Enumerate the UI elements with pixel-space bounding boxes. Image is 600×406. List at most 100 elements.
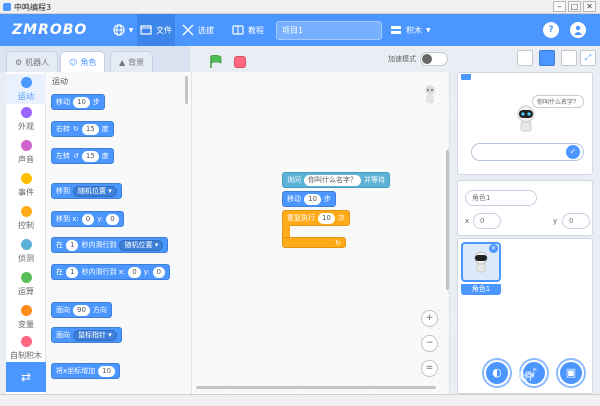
y-label: y xyxy=(553,217,558,225)
close-button[interactable]: ✕ xyxy=(583,1,596,12)
category-sound[interactable]: 声音 xyxy=(6,140,46,170)
tutorial-menu[interactable]: 教程 xyxy=(232,14,272,46)
block-dropdown[interactable]: 鼠标指针 ▾ xyxy=(73,329,117,341)
category-motion[interactable]: 运动 xyxy=(6,74,46,104)
fullscreen-button[interactable]: ⤢ xyxy=(580,50,596,66)
tab-background[interactable]: ▲ 背景 xyxy=(110,51,154,72)
block-number-input[interactable]: 15 xyxy=(81,123,99,135)
block-text-input[interactable]: 你叫什么名字？ xyxy=(304,174,361,186)
block-number-input[interactable]: 1 xyxy=(66,266,79,278)
backdrop-icon: ▣ xyxy=(565,366,577,379)
choose-sprite-button[interactable]: ◐ xyxy=(484,360,510,386)
block-number-input[interactable]: 0 xyxy=(81,213,95,225)
language-menu[interactable]: ▼ xyxy=(110,14,136,46)
window-title: 中鸣编程3 xyxy=(14,3,52,12)
category-looks[interactable]: 外观 xyxy=(6,107,46,137)
stop-button[interactable] xyxy=(234,56,246,68)
user-button[interactable] xyxy=(570,22,586,38)
tab-sprite[interactable]: ☺ 角色 xyxy=(60,51,106,72)
file-icon xyxy=(140,25,152,35)
block-number-input[interactable]: 0 xyxy=(106,213,119,225)
block-number-input[interactable]: 10 xyxy=(98,365,116,377)
block-number-input[interactable]: 0 xyxy=(128,266,141,278)
block-turn-right[interactable]: 右转 ↻ 15 度 xyxy=(51,121,114,137)
script-ask-block[interactable]: 询问 你叫什么名字？ 并等待 xyxy=(282,172,390,188)
blocks-icon xyxy=(391,26,401,34)
normal-stage-button[interactable] xyxy=(539,50,555,66)
sprite-name-field[interactable]: 角色1 xyxy=(465,190,537,206)
sprite-y-field[interactable]: 0 xyxy=(562,213,590,229)
block-glide[interactable]: 在 1 秒内滑行到 随机位置 ▾ xyxy=(51,237,169,253)
zoom-in-button[interactable]: + xyxy=(421,310,438,327)
block-text: 秒内滑行到 xyxy=(81,241,117,249)
block-point-towards[interactable]: 面向 鼠标指针 ▾ xyxy=(51,327,122,343)
delete-sprite-button[interactable]: ✕ xyxy=(489,244,498,253)
block-move[interactable]: 移动 10 步 xyxy=(51,94,105,110)
robot-sprite[interactable] xyxy=(514,104,538,134)
category-my-blocks[interactable]: 自制积木 xyxy=(6,336,46,362)
tab-robot[interactable]: ⚙ 机器人 xyxy=(6,51,59,72)
tab-robot-label: 机器人 xyxy=(25,57,50,67)
block-text: y: xyxy=(143,268,150,276)
block-goto-xy[interactable]: 移到 x: 0 y: 0 xyxy=(51,211,124,227)
block-number-input[interactable]: 15 xyxy=(81,150,99,162)
block-goto[interactable]: 移到 随机位置 ▾ xyxy=(51,183,122,199)
globe-icon xyxy=(113,24,125,36)
select-menu-label: 选拔 xyxy=(198,25,214,35)
large-stage-button[interactable] xyxy=(561,50,577,66)
choose-backdrop-button[interactable]: ▣ xyxy=(558,360,584,386)
chevron-down-icon: ▼ xyxy=(426,26,431,34)
category-operators[interactable]: 运算 xyxy=(6,272,46,302)
category-label: 变量 xyxy=(18,320,34,329)
zoom-out-button[interactable]: − xyxy=(421,335,438,352)
category-label: 控制 xyxy=(18,221,34,230)
block-number-input[interactable]: 10 xyxy=(318,212,335,224)
script-move-block[interactable]: 移动 10 步 xyxy=(282,191,336,207)
robot-icon: ⚙ xyxy=(15,57,23,67)
block-number-input[interactable]: 10 xyxy=(73,96,90,108)
x-label: x xyxy=(465,217,470,225)
category-label: 运算 xyxy=(18,287,34,296)
palette-scrollbar[interactable] xyxy=(185,76,188,104)
block-text: 移到 xyxy=(56,187,70,195)
sprite-x-field[interactable]: 0 xyxy=(473,213,501,229)
block-text: 秒内滑行到 x: xyxy=(81,268,126,276)
category-variables[interactable]: 变量 xyxy=(6,305,46,335)
block-turn-left[interactable]: 左转 ↺ 15 度 xyxy=(51,148,114,164)
category-sensing[interactable]: 侦测 xyxy=(6,239,46,269)
project-name-input[interactable]: 项目1 xyxy=(276,21,382,40)
category-control[interactable]: 控制 xyxy=(6,206,46,236)
block-text: y: xyxy=(97,215,104,223)
block-text: 移动 xyxy=(56,98,70,106)
watermark: 软件 xyxy=(514,372,534,383)
block-change-x[interactable]: 将x坐标增加 10 xyxy=(51,363,121,379)
file-menu[interactable]: 文件 xyxy=(137,14,175,46)
block-number-input[interactable]: 90 xyxy=(73,304,90,316)
select-menu[interactable]: 选拔 xyxy=(182,14,222,46)
category-events[interactable]: 事件 xyxy=(6,173,46,203)
workspace-horizontal-scrollbar[interactable] xyxy=(196,386,436,389)
small-stage-button[interactable] xyxy=(517,50,533,66)
blocks-menu[interactable]: 积木 ▼ xyxy=(390,14,434,46)
workspace-vertical-scrollbar[interactable] xyxy=(446,150,449,290)
zoom-reset-button[interactable]: = xyxy=(421,360,438,377)
maximize-button[interactable]: □ xyxy=(568,1,581,12)
minimize-button[interactable]: – xyxy=(553,1,566,12)
block-number-input[interactable]: 1 xyxy=(66,239,79,251)
block-dropdown[interactable]: 随机位置 ▾ xyxy=(119,239,164,251)
block-point-direction[interactable]: 面向 90 方向 xyxy=(51,302,112,318)
code-workspace[interactable] xyxy=(192,72,450,394)
turbo-mode-toggle[interactable] xyxy=(420,52,448,66)
submit-answer-button[interactable]: ✓ xyxy=(566,145,580,159)
block-number-input[interactable]: 0 xyxy=(152,266,166,278)
green-flag-icon[interactable] xyxy=(208,55,224,69)
ask-answer-input[interactable]: ✓ xyxy=(471,143,584,161)
help-button[interactable]: ? xyxy=(543,22,559,38)
block-number-input[interactable]: 10 xyxy=(304,193,321,205)
block-dropdown[interactable]: 随机位置 ▾ xyxy=(73,185,117,197)
block-text: 移动 xyxy=(287,195,301,203)
add-extension-button[interactable]: ⇄ xyxy=(6,362,46,392)
block-glide-xy[interactable]: 在 1 秒内滑行到 x: 0 y: 0 xyxy=(51,264,171,280)
robot-sprite-icon xyxy=(425,85,435,103)
script-repeat-block[interactable]: 重复执行 10 次 xyxy=(282,210,350,226)
